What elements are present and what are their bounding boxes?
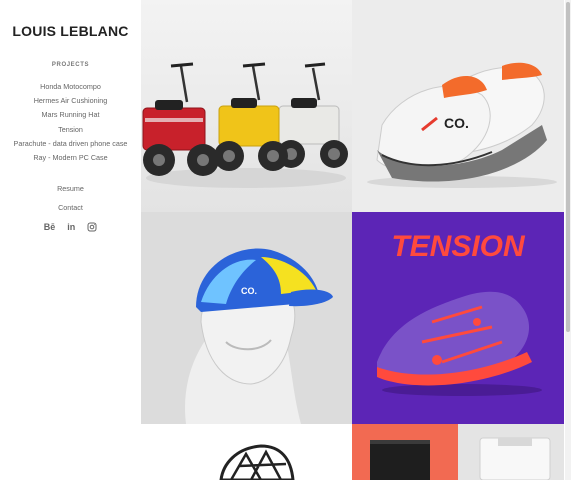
pc-case-image xyxy=(370,440,430,480)
nav-contact-link[interactable]: Contact xyxy=(0,203,141,212)
sneaker-logo: CO. xyxy=(444,115,469,131)
scrollbar-thumb[interactable] xyxy=(566,2,570,332)
project-nav-list: Honda Motocompo Hermes Air Cushioning Ma… xyxy=(0,80,141,165)
tension-image: TENSION xyxy=(377,230,542,396)
page-scrollbar[interactable] xyxy=(565,0,571,480)
project-tile-ray-pc-case[interactable] xyxy=(352,424,458,480)
nav-item-hermes-air-cushioning[interactable]: Hermes Air Cushioning xyxy=(0,94,141,108)
nav-item-honda-motocompo[interactable]: Honda Motocompo xyxy=(0,80,141,94)
sidebar: LOUIS LEBLANC PROJECTS Honda Motocompo H… xyxy=(0,0,141,480)
red-scooter xyxy=(142,62,219,176)
nav-item-tension[interactable]: Tension xyxy=(0,123,141,137)
project-tile-parachute[interactable] xyxy=(141,424,352,480)
scooters-image xyxy=(142,62,348,188)
instagram-icon[interactable] xyxy=(87,222,97,232)
yellow-scooter xyxy=(214,62,288,171)
white-object-image xyxy=(479,437,551,480)
project-tile-tension[interactable]: TENSION xyxy=(352,212,564,424)
nav-resume-link[interactable]: Resume xyxy=(0,184,141,193)
project-tile-white-object[interactable] xyxy=(458,424,564,480)
project-tile-hermes-air-cushioning[interactable]: CO. xyxy=(352,0,564,212)
nav-item-ray-pc-case[interactable]: Ray - Modern PC Case xyxy=(0,151,141,165)
site-title[interactable]: LOUIS LEBLANC xyxy=(0,23,141,39)
social-links: Bē in xyxy=(0,222,141,232)
project-tile-honda-motocompo[interactable] xyxy=(141,0,352,212)
nav-item-parachute[interactable]: Parachute - data driven phone case xyxy=(0,137,141,151)
nav-item-mars-running-hat[interactable]: Mars Running Hat xyxy=(0,108,141,122)
behance-icon[interactable]: Bē xyxy=(44,222,56,232)
white-scooter xyxy=(277,62,348,168)
hat-logo: CO. xyxy=(241,286,257,296)
sneaker-image: CO. xyxy=(367,62,557,188)
tension-title: TENSION xyxy=(391,230,526,263)
hat-bust-image: CO. xyxy=(141,212,352,424)
project-tile-mars-running-hat[interactable]: CO. xyxy=(141,212,352,424)
lattice-image xyxy=(219,444,295,480)
linkedin-icon[interactable]: in xyxy=(67,222,75,232)
projects-heading: PROJECTS xyxy=(51,62,90,68)
